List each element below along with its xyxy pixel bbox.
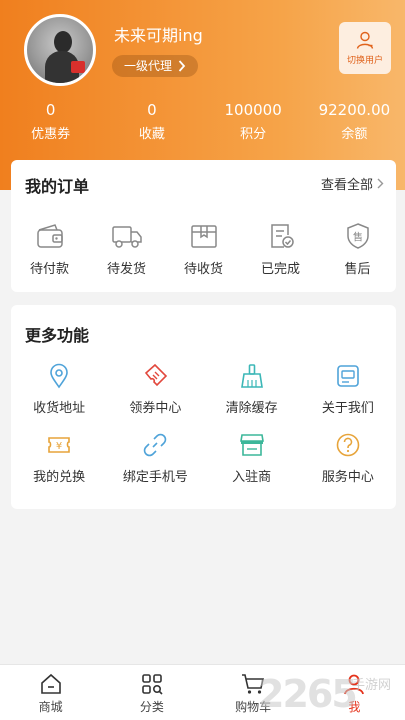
func-label: 关于我们 (321, 401, 374, 416)
func-coupon-center[interactable]: 领券中心 (107, 363, 203, 416)
tab-label: 分类 (139, 700, 164, 714)
more-title: 更多功能 (25, 326, 90, 345)
broom-icon (240, 364, 263, 388)
stat-coupons[interactable]: 0 优惠券 (0, 100, 101, 150)
order-status-row: 待付款 待发货 待收货 已完成 售 售后 (11, 222, 396, 277)
order-status-label: 待收货 (183, 262, 223, 277)
func-bind-phone[interactable]: 绑定手机号 (107, 432, 203, 485)
func-service-center[interactable]: 服务中心 (300, 432, 396, 485)
view-all-orders-link[interactable]: 查看全部 (321, 174, 384, 193)
svg-text:售: 售 (353, 231, 363, 244)
location-pin-icon (50, 363, 68, 389)
stat-value: 92200.00 (318, 101, 391, 119)
func-label: 清除缓存 (225, 401, 278, 416)
watermark-number: 2265 (258, 672, 358, 716)
stat-value: 100000 (224, 101, 282, 119)
home-icon (40, 673, 61, 694)
watermark-text: 手游网 (352, 678, 392, 693)
view-all-label: 查看全部 (320, 178, 373, 193)
order-pending-payment[interactable]: 待付款 (11, 222, 88, 277)
package-icon (190, 225, 217, 248)
order-status-label: 待付款 (29, 262, 69, 277)
func-label: 入驻商 (232, 470, 272, 485)
chevron-right-icon (178, 60, 186, 72)
wallet-icon (36, 224, 63, 248)
func-my-redemptions[interactable]: ¥ 我的兑换 (11, 432, 107, 485)
level-badge[interactable]: 一级代理 (112, 55, 199, 77)
func-label: 服务中心 (321, 470, 374, 485)
orders-title: 我的订单 (25, 177, 90, 196)
func-clear-cache[interactable]: 清除缓存 (204, 363, 300, 416)
tab-mall[interactable]: 商城 (0, 665, 101, 720)
stat-favorites[interactable]: 0 收藏 (101, 100, 202, 150)
func-about-us[interactable]: 关于我们 (300, 363, 396, 416)
link-chain-icon (144, 433, 167, 457)
stat-label: 积分 (240, 127, 267, 142)
storefront-icon (239, 434, 264, 456)
functions-grid: 收货地址 领券中心 清除缓存 关于我们 ¥ 我的兑换 绑定手机号 入驻商 服务中… (11, 363, 396, 485)
order-status-label: 售后 (344, 262, 371, 277)
tab-label: 商城 (38, 700, 63, 714)
avatar-red-card (71, 61, 85, 73)
switch-user-label: 切换用户 (346, 56, 383, 66)
stat-label: 收藏 (138, 127, 165, 142)
stat-value: 0 (45, 101, 56, 119)
chevron-right-icon (377, 178, 384, 189)
svg-text:¥: ¥ (56, 441, 62, 452)
category-grid-icon (142, 674, 163, 695)
info-card-icon (337, 365, 359, 387)
func-label: 领券中心 (129, 401, 182, 416)
stats-row: 0 优惠券 0 收藏 100000 积分 92200.00 余额 (0, 100, 405, 150)
coupon-ticket-icon (145, 363, 168, 387)
order-pending-receipt[interactable]: 待收货 (165, 222, 242, 277)
func-label: 收货地址 (33, 401, 86, 416)
order-status-label: 已完成 (260, 262, 300, 277)
avatar-silhouette-head (54, 31, 72, 53)
func-label: 我的兑换 (33, 470, 86, 485)
order-completed[interactable]: 已完成 (242, 222, 319, 277)
avatar[interactable] (24, 14, 96, 86)
func-shipping-address[interactable]: 收货地址 (11, 363, 107, 416)
tab-category[interactable]: 分类 (101, 665, 202, 720)
yuan-ticket-icon: ¥ (48, 437, 70, 453)
stat-label: 余额 (341, 127, 368, 142)
after-sales-shield-icon: 售 (346, 223, 369, 249)
level-label: 一级代理 (124, 59, 173, 73)
orders-card: 我的订单 查看全部 待付款 待发货 待收货 已完成 售 售后 (11, 160, 396, 292)
order-pending-shipment[interactable]: 待发货 (88, 222, 165, 277)
site-watermark: 2265 手游网 (258, 672, 405, 720)
user-nickname: 未来可期ing (114, 26, 203, 45)
switch-user-button[interactable]: 切换用户 (339, 22, 391, 74)
order-after-sales[interactable]: 售 售后 (319, 222, 396, 277)
help-circle-icon (336, 433, 360, 457)
more-functions-card: 更多功能 收货地址 领券中心 清除缓存 关于我们 ¥ 我的兑换 绑定手机号 入驻… (11, 305, 396, 509)
document-check-icon (270, 224, 294, 248)
stat-balance[interactable]: 92200.00 余额 (304, 100, 405, 150)
stat-value: 0 (147, 101, 157, 119)
truck-icon (111, 226, 142, 248)
func-merchant-join[interactable]: 入驻商 (204, 432, 300, 485)
user-switch-icon (356, 31, 374, 49)
stat-label: 优惠券 (31, 127, 71, 142)
func-label: 绑定手机号 (122, 470, 188, 485)
stat-points[interactable]: 100000 积分 (203, 100, 304, 150)
order-status-label: 待发货 (106, 262, 146, 277)
